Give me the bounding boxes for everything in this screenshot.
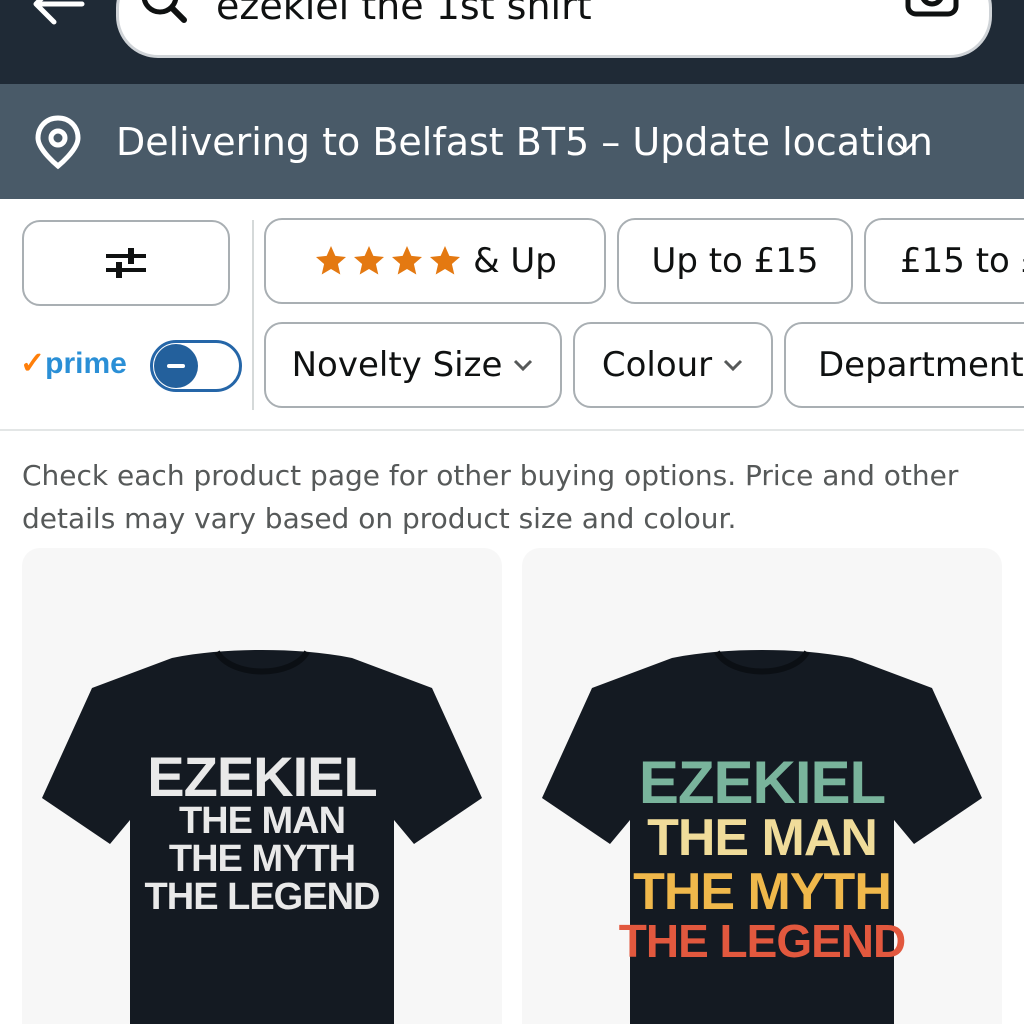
- chevron-down-icon: [724, 359, 743, 372]
- price-filter-label: Up to £15: [651, 241, 819, 281]
- shirt-print-line: THE LEGEND: [618, 915, 906, 967]
- prime-toggle[interactable]: [150, 340, 242, 392]
- department-label: Department: [818, 345, 1024, 385]
- rating-filter-label: & Up: [473, 241, 557, 281]
- sliders-icon: [106, 248, 146, 278]
- colour-filter[interactable]: Colour: [573, 322, 773, 408]
- star-icon: [316, 246, 347, 275]
- novelty-size-label: Novelty Size: [291, 345, 503, 385]
- star-icon: [392, 246, 423, 275]
- novelty-size-filter[interactable]: Novelty Size: [264, 322, 562, 408]
- colour-label: Colour: [601, 345, 713, 385]
- prime-logo: ✓prime: [20, 346, 127, 381]
- price-filter-label: £15 to £: [900, 241, 1024, 281]
- toggle-knob: [154, 344, 198, 388]
- delivery-location-text[interactable]: Delivering to Belfast BT5 – Update locat…: [116, 120, 933, 164]
- chevron-down-icon: [895, 141, 915, 153]
- shirt-print-line: THE MYTH: [633, 863, 892, 921]
- prime-label: prime: [45, 347, 127, 380]
- shirt-print-line: THE LEGEND: [144, 876, 381, 918]
- star-icon: [354, 246, 385, 275]
- chevron-down-icon: [514, 359, 533, 372]
- shirt-print-line: THE MAN: [178, 800, 346, 842]
- location-pin-icon: [35, 115, 81, 170]
- filter-divider: [252, 220, 254, 410]
- prime-check-icon: ✓: [20, 347, 46, 380]
- camera-icon[interactable]: [900, 0, 962, 32]
- shirt-print-line: THE MYTH: [168, 838, 356, 880]
- filters-button[interactable]: [22, 220, 230, 306]
- product-card[interactable]: EZEKIEL THE MAN THE MYTH THE LEGEND: [22, 548, 502, 1024]
- search-icon: [141, 0, 187, 23]
- shirt-print-line: THE MAN: [647, 809, 878, 867]
- star-icon: [430, 246, 461, 275]
- back-arrow-icon[interactable]: [28, 0, 88, 40]
- product-card[interactable]: EZEKIEL THE MAN THE MYTH THE LEGEND: [522, 548, 1002, 1024]
- rating-stars: [313, 243, 463, 279]
- price-filter-up-to-15[interactable]: Up to £15: [617, 218, 853, 304]
- shirt-print-line: EZEKIEL: [638, 749, 886, 816]
- rating-filter-chip[interactable]: & Up: [264, 218, 606, 304]
- search-query-text[interactable]: ezekiel the 1st shirt: [216, 0, 592, 28]
- department-filter[interactable]: Department: [784, 322, 1024, 408]
- price-filter-15-to[interactable]: £15 to £: [864, 218, 1024, 304]
- buying-options-notice: Check each product page for other buying…: [22, 459, 959, 535]
